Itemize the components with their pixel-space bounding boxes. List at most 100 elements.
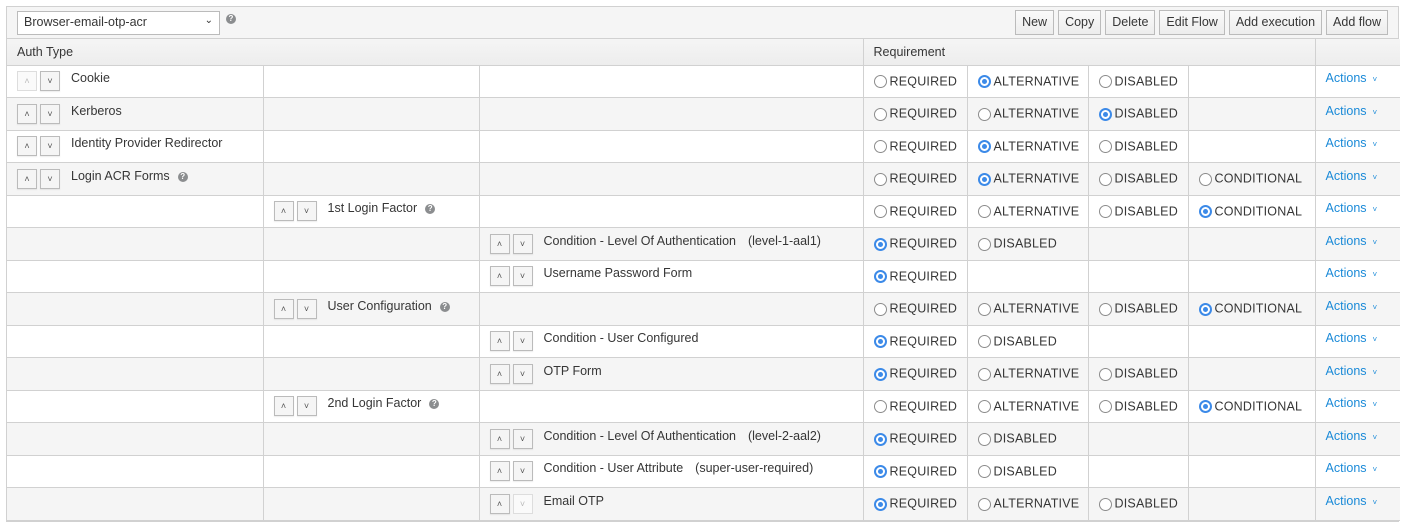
move-up-button[interactable]: ˄	[489, 428, 510, 449]
add-execution-button[interactable]: Add execution	[1228, 10, 1323, 35]
actions-dropdown[interactable]: Actions ˅	[1326, 71, 1378, 85]
actions-dropdown[interactable]: Actions ˅	[1326, 299, 1378, 313]
requirement-radio-disabled[interactable]	[977, 335, 991, 349]
delete-button[interactable]: Delete	[1105, 10, 1156, 35]
help-icon[interactable]: ?	[425, 204, 436, 215]
move-down-button[interactable]: ˅	[512, 428, 533, 449]
move-up-button[interactable]: ˄	[17, 136, 37, 157]
requirement-radio-required[interactable]	[873, 270, 887, 284]
move-down-button[interactable]: ˅	[512, 331, 533, 352]
actions-dropdown[interactable]: Actions ˅	[1326, 429, 1378, 443]
move-up-button[interactable]: ˄	[273, 201, 294, 222]
requirement-radio-conditional[interactable]	[1198, 400, 1212, 414]
help-icon[interactable]: ?	[429, 399, 440, 410]
move-down-button[interactable]: ˅	[40, 71, 60, 92]
move-up-button[interactable]: ˄	[489, 233, 510, 254]
requirement-radio-disabled[interactable]	[1098, 205, 1112, 219]
requirement-radio-disabled[interactable]	[1098, 140, 1112, 154]
move-up-button[interactable]: ˄	[273, 396, 294, 417]
requirement-radio-required[interactable]	[873, 140, 887, 154]
requirement-radio-required[interactable]	[873, 432, 887, 446]
requirement-radio-conditional[interactable]	[1198, 172, 1212, 186]
requirement-radio-disabled[interactable]	[977, 432, 991, 446]
requirement-radio-disabled[interactable]	[1098, 172, 1112, 186]
move-down-button[interactable]: ˅	[296, 298, 317, 319]
requirement-radio-alternative[interactable]	[977, 205, 991, 219]
requirement-radio-disabled[interactable]	[1098, 497, 1112, 511]
move-down-button[interactable]: ˅	[40, 168, 60, 189]
new-button[interactable]: New	[1015, 10, 1055, 35]
requirement-radio-required[interactable]	[873, 302, 887, 316]
add-flow-button[interactable]: Add flow	[1326, 10, 1388, 35]
actions-cell: Actions ˅	[1314, 357, 1401, 391]
move-up-button[interactable]: ˄	[17, 103, 37, 124]
help-icon[interactable]: ?	[177, 171, 188, 182]
move-down-button[interactable]: ˅	[40, 136, 60, 157]
help-icon[interactable]: ?	[226, 14, 236, 24]
move-up-button[interactable]: ˄	[17, 168, 37, 189]
actions-dropdown[interactable]: Actions ˅	[1326, 104, 1378, 118]
actions-dropdown[interactable]: Actions ˅	[1326, 494, 1378, 508]
copy-button[interactable]: Copy	[1058, 10, 1102, 35]
requirement-radio-required[interactable]	[873, 75, 887, 89]
table-header-row: Auth Type Requirement	[7, 39, 1401, 66]
chevron-down-icon: ˅	[1372, 172, 1378, 182]
requirement-radio-alternative[interactable]	[977, 75, 991, 89]
requirement-label: REQUIRED	[889, 367, 958, 382]
requirement-radio-alternative[interactable]	[977, 400, 991, 414]
requirement-radio-disabled[interactable]	[1098, 107, 1112, 121]
move-up-button[interactable]: ˄	[489, 331, 510, 352]
requirement-radio-alternative[interactable]	[977, 107, 991, 121]
move-down-button[interactable]: ˅	[296, 396, 317, 417]
flow-select[interactable]: Browser-email-otp-acr ⌄	[17, 11, 220, 35]
actions-dropdown[interactable]: Actions ˅	[1326, 201, 1378, 215]
requirement-radio-alternative[interactable]	[977, 140, 991, 154]
requirement-radio-required[interactable]	[873, 335, 887, 349]
actions-label: Actions	[1325, 71, 1367, 86]
requirement-cell	[1187, 260, 1316, 293]
actions-dropdown[interactable]: Actions ˅	[1326, 331, 1378, 345]
actions-dropdown[interactable]: Actions ˅	[1326, 461, 1378, 475]
move-down-button[interactable]: ˅	[512, 266, 533, 287]
requirement-radio-conditional[interactable]	[1198, 205, 1212, 219]
requirement-radio-required[interactable]	[873, 367, 887, 381]
requirement-radio-conditional[interactable]	[1198, 302, 1212, 316]
move-up-button[interactable]: ˄	[489, 493, 510, 514]
actions-dropdown[interactable]: Actions ˅	[1326, 364, 1378, 378]
actions-dropdown[interactable]: Actions ˅	[1326, 266, 1378, 280]
requirement-cell: DISABLED	[1087, 390, 1189, 423]
move-down-button[interactable]: ˅	[512, 233, 533, 254]
move-down-button[interactable]: ˅	[512, 461, 533, 482]
actions-dropdown[interactable]: Actions ˅	[1326, 169, 1378, 183]
requirement-radio-required[interactable]	[873, 465, 887, 479]
requirement-radio-required[interactable]	[873, 497, 887, 511]
actions-dropdown[interactable]: Actions ˅	[1326, 396, 1378, 410]
requirement-radio-required[interactable]	[873, 107, 887, 121]
actions-dropdown[interactable]: Actions ˅	[1326, 136, 1378, 150]
requirement-radio-required[interactable]	[873, 400, 887, 414]
move-up-button[interactable]: ˄	[273, 298, 294, 319]
requirement-radio-disabled[interactable]	[977, 465, 991, 479]
requirement-radio-disabled[interactable]	[1098, 400, 1112, 414]
move-down-button[interactable]: ˅	[296, 201, 317, 222]
requirement-radio-alternative[interactable]	[977, 172, 991, 186]
requirement-radio-disabled[interactable]	[1098, 302, 1112, 316]
requirement-radio-required[interactable]	[873, 172, 887, 186]
move-down-button[interactable]: ˅	[512, 363, 533, 384]
requirement-radio-disabled[interactable]	[1098, 75, 1112, 89]
move-up-button[interactable]: ˄	[489, 461, 510, 482]
requirement-cell: ALTERNATIVE	[966, 195, 1089, 228]
actions-dropdown[interactable]: Actions ˅	[1326, 234, 1378, 248]
requirement-radio-required[interactable]	[873, 237, 887, 251]
requirement-radio-required[interactable]	[873, 205, 887, 219]
move-down-button[interactable]: ˅	[40, 103, 60, 124]
help-icon[interactable]: ?	[439, 301, 450, 312]
edit-flow-button[interactable]: Edit Flow	[1159, 10, 1225, 35]
requirement-radio-alternative[interactable]	[977, 497, 991, 511]
move-up-button[interactable]: ˄	[489, 363, 510, 384]
requirement-radio-alternative[interactable]	[977, 302, 991, 316]
requirement-radio-disabled[interactable]	[1098, 367, 1112, 381]
move-up-button[interactable]: ˄	[489, 266, 510, 287]
requirement-radio-disabled[interactable]	[977, 237, 991, 251]
requirement-radio-alternative[interactable]	[977, 367, 991, 381]
